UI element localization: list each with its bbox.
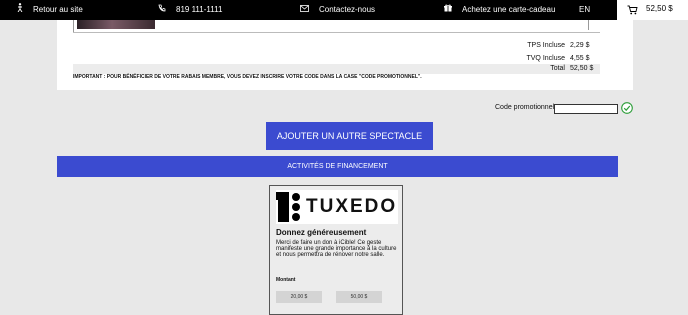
phone-number: 819 111-1111 [176,5,223,15]
order-summary-card: TPS Incluse 2,29 $ TVQ Incluse 4,55 $ To… [57,20,633,90]
fundraising-header: Activités de financement [57,156,618,177]
gift-card-link[interactable]: Achetez une carte-cadeau [444,0,555,20]
show-thumbnail [77,20,155,29]
back-to-site-link[interactable]: Retour au site [17,0,83,20]
back-to-site-label: Retour au site [33,5,83,15]
promo-code-input[interactable] [554,104,618,114]
top-bar: Retour au site 819 111-1111 Contactez-no… [0,0,688,20]
donation-title: Donnez généreusement [276,228,367,237]
member-discount-notice: IMPORTANT : POUR BÉNÉFICIER DE VOTRE RAB… [73,74,422,80]
language-toggle[interactable]: EN [579,0,590,20]
tps-value: 2,29 $ [570,42,590,49]
add-another-show-button[interactable]: Ajouter un autre spectacle [266,122,433,150]
contact-link[interactable]: Contactez-nous [300,0,375,20]
cart-button[interactable]: 52,50 $ [617,0,688,20]
phone-icon [158,0,166,20]
phone-link[interactable]: 819 111-1111 [158,0,222,20]
total-label: Total [550,65,565,72]
cart-icon [627,5,638,17]
tuxedo-logo: TUXEDO [276,190,398,224]
gift-icon [444,0,452,20]
tvq-label: TVQ Incluse [526,55,565,62]
table-divider [73,32,600,33]
contact-label: Contactez-nous [319,5,376,15]
total-row: Total 52,50 $ [73,64,600,74]
table-border-right [588,20,589,30]
donation-card: TUXEDO Donnez généreusement Merci de fai… [269,185,403,315]
person-icon [17,0,23,20]
apply-promo-check-icon[interactable] [621,101,633,114]
gift-card-label: Achetez une carte-cadeau [462,5,556,15]
total-value: 52,50 $ [570,65,594,72]
tvq-value: 4,55 $ [570,55,590,62]
amount-option-20[interactable]: 20,00 $ [276,291,322,303]
amount-option-50[interactable]: 50,00 $ [336,291,382,303]
amount-label: Montant [276,277,296,283]
tps-label: TPS Incluse [527,42,565,49]
envelope-icon [300,0,309,20]
cart-total: 52,50 $ [646,4,673,13]
logo-text: TUXEDO [306,196,398,217]
donation-description: Merci de faire un don à iCible! Ce geste… [276,240,397,258]
promo-code-label: Code promotionnel [495,104,555,111]
